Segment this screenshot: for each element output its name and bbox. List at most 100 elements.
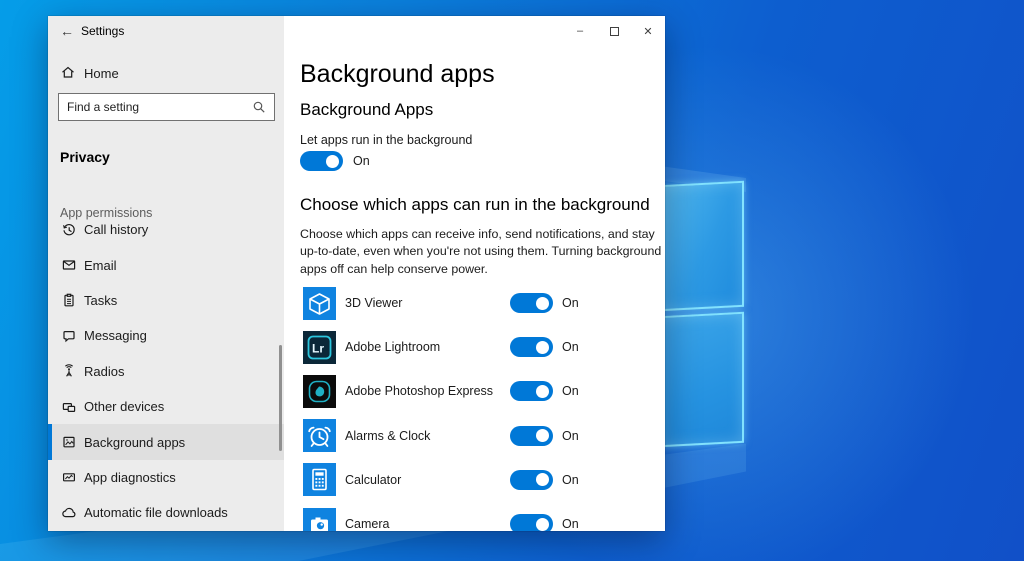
sidebar-item-label: Background apps — [84, 435, 185, 450]
app-name: Calculator — [345, 473, 510, 487]
page-title: Background apps — [300, 60, 495, 89]
apps-description: Choose which apps can receive info, send… — [300, 226, 665, 278]
caption-buttons: – ✕ — [563, 16, 665, 46]
sidebar-item-tasks[interactable]: Tasks — [48, 283, 284, 318]
app-row: Calculator On — [300, 458, 660, 502]
master-toggle-label: Let apps run in the background — [300, 133, 472, 147]
choose-apps-heading: Choose which apps can run in the backgro… — [300, 195, 650, 215]
windows-logo-pane-top — [660, 181, 744, 311]
close-icon: ✕ — [643, 25, 652, 38]
toggle-knob — [326, 155, 339, 168]
toggle-knob — [536, 297, 549, 310]
sidebar-scrollbar-thumb[interactable] — [279, 345, 282, 451]
sidebar-item-label: Tasks — [84, 293, 117, 308]
adobe-lightroom-icon: Lr — [303, 331, 336, 364]
email-icon — [60, 257, 77, 273]
3d-viewer-icon — [303, 287, 336, 320]
search-box — [58, 93, 275, 121]
app-toggle-state: On — [562, 340, 579, 354]
sidebar-item-radios[interactable]: Radios — [48, 354, 284, 389]
tasks-icon — [60, 292, 77, 308]
maximize-button[interactable] — [597, 16, 631, 46]
toggle-knob — [536, 341, 549, 354]
sidebar-item-label: App diagnostics — [84, 470, 176, 485]
search-icon — [252, 100, 266, 114]
svg-text:Lr: Lr — [312, 341, 324, 355]
app-name: Alarms & Clock — [345, 429, 510, 443]
sidebar-item-label: Call history — [84, 222, 148, 237]
home-icon — [60, 64, 76, 83]
app-toggle[interactable] — [510, 337, 553, 357]
camera-icon — [303, 508, 336, 531]
sidebar-item-email[interactable]: Email — [48, 247, 284, 282]
window-title: Settings — [81, 16, 124, 46]
sidebar-item-automatic-file-downloads[interactable]: Automatic file downloads — [48, 495, 284, 530]
app-row: Camera On — [300, 502, 660, 531]
search-input[interactable] — [59, 100, 252, 114]
master-toggle-state: On — [353, 154, 370, 168]
app-diagnostics-icon — [60, 469, 77, 485]
app-name: Adobe Photoshop Express — [345, 384, 510, 398]
adobe-photoshop-express-icon — [303, 375, 336, 408]
app-toggle[interactable] — [510, 514, 553, 531]
sidebar-item-label: Automatic file downloads — [84, 505, 228, 520]
maximize-icon — [610, 27, 619, 36]
app-row: Alarms & Clock On — [300, 414, 660, 458]
main-content: – ✕ Background apps Background Apps Let … — [284, 16, 665, 531]
other-devices-icon — [60, 399, 77, 415]
sidebar-item-app-diagnostics[interactable]: App diagnostics — [48, 460, 284, 495]
windows-logo — [660, 181, 744, 447]
app-toggle-state: On — [562, 384, 579, 398]
sidebar-item-label: Other devices — [84, 399, 164, 414]
sidebar-item-other-devices[interactable]: Other devices — [48, 389, 284, 424]
radios-icon — [60, 363, 77, 379]
sidebar-item-home[interactable]: Home — [48, 58, 284, 88]
sidebar-nav-list: Call history Email Tasks — [48, 212, 284, 531]
desktop-wallpaper: ← Settings Home Privacy App permissions — [0, 0, 1024, 561]
sidebar-item-label: Messaging — [84, 328, 147, 343]
call-history-icon — [60, 222, 77, 238]
app-name: 3D Viewer — [345, 296, 510, 310]
app-toggle[interactable] — [510, 293, 553, 313]
sidebar: ← Settings Home Privacy App permissions — [48, 16, 284, 531]
sidebar-item-messaging[interactable]: Messaging — [48, 318, 284, 353]
back-button[interactable]: ← — [52, 16, 82, 46]
cloud-download-icon — [60, 505, 77, 521]
app-toggle-state: On — [562, 473, 579, 487]
calculator-icon — [303, 463, 336, 496]
back-arrow-icon: ← — [60, 23, 74, 39]
app-row: Adobe Photoshop Express On — [300, 369, 660, 413]
app-toggle[interactable] — [510, 381, 553, 401]
app-row: Lr Adobe Lightroom On — [300, 325, 660, 369]
toggle-knob — [536, 473, 549, 486]
app-name: Camera — [345, 517, 510, 531]
toggle-knob — [536, 429, 549, 442]
selected-accent-bar — [48, 424, 52, 459]
close-button[interactable]: ✕ — [631, 16, 665, 46]
sidebar-category-title: Privacy — [60, 149, 110, 165]
sidebar-item-label: Radios — [84, 364, 124, 379]
background-apps-icon — [60, 434, 77, 450]
sidebar-home-label: Home — [84, 66, 119, 81]
app-toggle[interactable] — [510, 470, 553, 490]
sidebar-item-call-history[interactable]: Call history — [48, 212, 284, 247]
app-row: 3D Viewer On — [300, 281, 660, 325]
sidebar-item-background-apps[interactable]: Background apps — [48, 424, 284, 459]
app-toggle-state: On — [562, 517, 579, 531]
settings-window: ← Settings Home Privacy App permissions — [48, 16, 665, 531]
background-apps-heading: Background Apps — [300, 100, 433, 120]
minimize-icon: – — [577, 25, 583, 37]
master-toggle-row: On — [300, 151, 370, 171]
master-toggle[interactable] — [300, 151, 343, 171]
app-name: Adobe Lightroom — [345, 340, 510, 354]
app-toggle-state: On — [562, 296, 579, 310]
alarms-clock-icon — [303, 419, 336, 452]
minimize-button[interactable]: – — [563, 16, 597, 46]
app-toggle-state: On — [562, 429, 579, 443]
windows-logo-pane-bottom — [660, 312, 744, 447]
app-toggle[interactable] — [510, 426, 553, 446]
toggle-knob — [536, 518, 549, 531]
sidebar-item-label: Email — [84, 258, 117, 273]
messaging-icon — [60, 328, 77, 344]
app-list: 3D Viewer On Lr Adobe Lightroom On — [300, 281, 660, 531]
